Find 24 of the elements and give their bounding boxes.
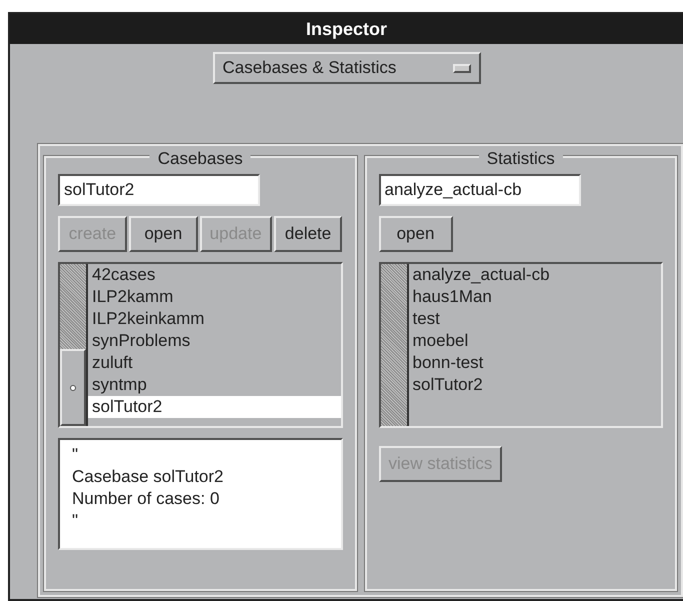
list-item[interactable]: ILP2kamm (88, 286, 340, 308)
window-title: Inspector (10, 14, 683, 44)
list-item[interactable]: solTutor2 (88, 396, 340, 418)
info-line: Number of cases: 0 (72, 488, 220, 510)
list-item[interactable]: solTutor2 (408, 374, 661, 396)
list-item[interactable]: bonn-test (408, 352, 661, 374)
view-dropdown[interactable]: Casebases & Statistics (212, 52, 480, 84)
action-button[interactable]: open (378, 216, 452, 252)
info-line: " (72, 510, 80, 532)
list-item[interactable]: haus1Man (408, 286, 661, 308)
action-button[interactable]: delete (274, 216, 342, 252)
name-field[interactable]: solTutor2 (58, 174, 260, 206)
list-item[interactable]: test (408, 308, 661, 330)
list-item[interactable]: ILP2keinkamm (88, 308, 340, 330)
info-line: " (72, 444, 80, 466)
list-item[interactable]: 42cases (88, 264, 340, 286)
list-item[interactable]: zuluft (88, 352, 340, 374)
name-field[interactable]: analyze_actual-cb (378, 174, 580, 206)
action-button[interactable]: open (128, 216, 198, 252)
info-line: Casebase solTutor2 (72, 466, 225, 488)
list-item[interactable]: syntmp (88, 374, 340, 396)
list-item[interactable]: analyze_actual-cb (408, 264, 661, 286)
list-item[interactable]: synProblems (88, 330, 340, 352)
list-item[interactable]: moebel (408, 330, 661, 352)
